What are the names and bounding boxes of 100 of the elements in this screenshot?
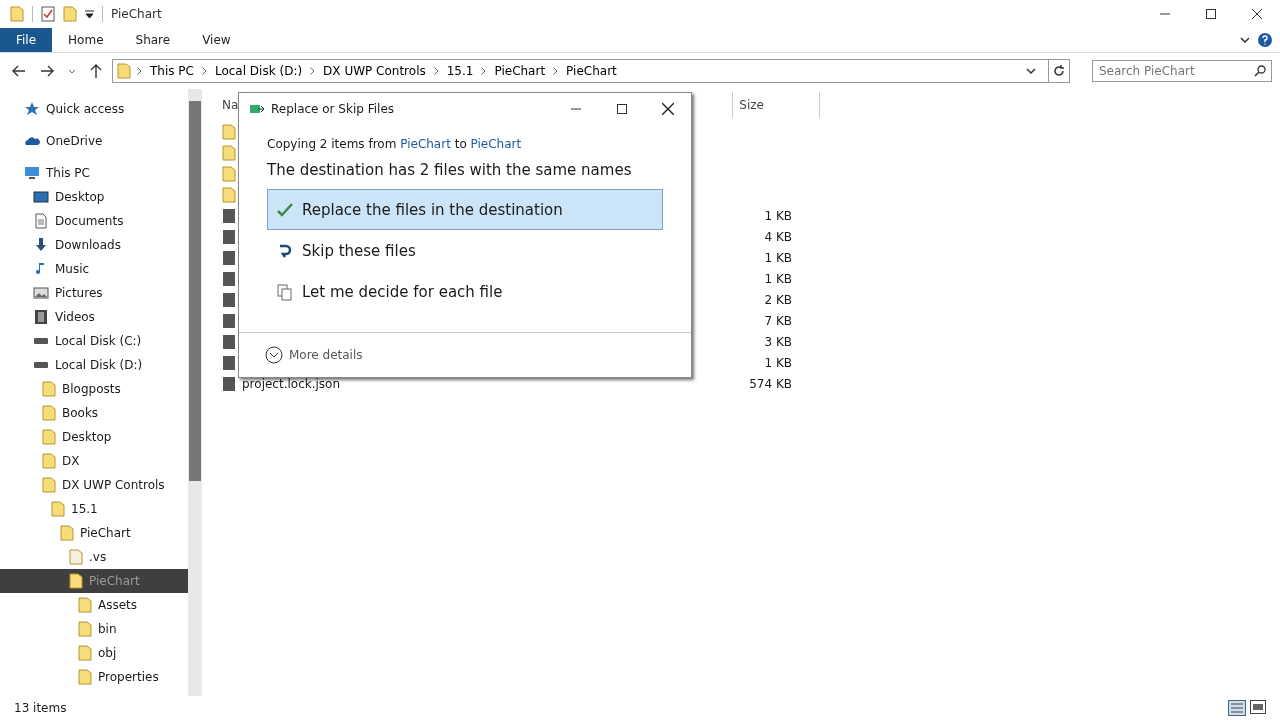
maximize-icon [1206, 9, 1216, 19]
thumbnail-view-icon[interactable] [1250, 700, 1266, 714]
breadcrumb[interactable]: PieChart [492, 64, 548, 78]
dialog-option[interactable]: Let me decide for each file [267, 271, 663, 312]
navigation-item[interactable]: Books [0, 401, 188, 425]
file-size: 1 KB [764, 208, 792, 223]
folder-icon [42, 381, 56, 397]
more-details-button[interactable]: More details [265, 346, 363, 364]
navigation-item[interactable]: Desktop [0, 425, 188, 449]
navigation-item[interactable]: bin [0, 617, 188, 641]
column-header[interactable]: Na [222, 98, 239, 112]
navigation-item[interactable]: Blogposts [0, 377, 188, 401]
folder-icon [78, 597, 92, 613]
file-icon [222, 375, 236, 392]
chevron-icon [201, 67, 207, 75]
file-icon [222, 291, 236, 308]
navigation-item[interactable]: Assets [0, 593, 188, 617]
breadcrumb[interactable]: This PC [148, 64, 196, 78]
folder-icon [51, 501, 65, 517]
file-size: 1 KB [764, 250, 792, 265]
dialog-heading: The destination has 2 files with the same names [267, 161, 633, 179]
chevron-icon [137, 67, 142, 75]
folder-icon [69, 549, 83, 565]
folder-icon [117, 63, 131, 79]
folder-icon [222, 144, 236, 161]
folder-icon [222, 186, 236, 203]
close-icon [1252, 9, 1262, 19]
dialog-title: Replace or Skip Files [271, 102, 395, 116]
navigation-item[interactable]: Properties [0, 665, 188, 689]
navigation-item[interactable]: Documents [0, 209, 188, 233]
navigation-item[interactable]: Quick access [0, 97, 188, 121]
dialog-option[interactable]: Skip these files [267, 230, 663, 271]
new-folder-icon [63, 6, 77, 22]
folder-icon [222, 123, 236, 140]
breadcrumb[interactable]: 15.1 [444, 64, 476, 78]
breadcrumb[interactable]: DX UWP Controls [321, 64, 428, 78]
navigation-item[interactable]: Pictures [0, 281, 188, 305]
chevron-icon [481, 67, 487, 75]
drive-icon [33, 362, 49, 368]
file-name[interactable]: project.lock.json [242, 376, 341, 391]
folder-icon [69, 573, 83, 589]
ribbon-tab[interactable]: View [186, 28, 247, 52]
scrollbar[interactable] [188, 89, 202, 696]
document-icon [33, 213, 49, 229]
chevron-icon [553, 67, 559, 75]
dialog-option[interactable]: Replace the files in the destination [267, 189, 663, 230]
file-size: 1 KB [764, 271, 792, 286]
navigation-item[interactable]: DX [0, 449, 188, 473]
address-bar[interactable]: This PC Local Disk (D:) DX UWP Controls 15.1 PieChart PieChart [112, 59, 1070, 83]
navigation-item[interactable]: Music [0, 257, 188, 281]
file-icon [222, 354, 236, 371]
navigation-item[interactable]: PieChart [0, 569, 188, 593]
navigation-item[interactable]: 15.1 [0, 497, 188, 521]
chevron-icon [433, 67, 439, 75]
ribbon-tab[interactable]: Share [119, 28, 187, 52]
breadcrumb[interactable]: PieChart [564, 64, 619, 78]
breadcrumb[interactable]: Local Disk (D:) [212, 64, 305, 78]
copy-files-icon [249, 103, 265, 115]
caret-icon [68, 68, 76, 74]
expand-ribbon-icon[interactable] [1240, 37, 1250, 43]
search-field[interactable]: Search PieChart [1092, 60, 1272, 82]
folder-link[interactable]: PieChart [400, 137, 451, 151]
ribbon-tab[interactable]: Home [52, 28, 120, 52]
monitor-icon [24, 165, 40, 181]
navigation-item[interactable]: This PC [0, 161, 188, 185]
navigation-item[interactable]: Local Disk (D:) [0, 353, 188, 377]
refresh-icon [1053, 65, 1065, 77]
file-icon [222, 312, 236, 329]
navigation-item[interactable]: PieChart [0, 521, 188, 545]
file-size: 1 KB [764, 355, 792, 370]
navigation-item[interactable]: obj [0, 641, 188, 665]
maximize-icon [617, 104, 627, 114]
details-view-icon[interactable] [1228, 700, 1246, 716]
column-header[interactable]: Size [732, 92, 821, 118]
file-icon [222, 249, 236, 266]
folder-icon [42, 453, 56, 469]
chevron-circle-icon [265, 346, 283, 364]
close-icon [662, 103, 674, 115]
help-icon[interactable] [1258, 33, 1272, 47]
navigation-item[interactable]: .vs [0, 545, 188, 569]
navigation-item[interactable]: Desktop [0, 185, 188, 209]
folder-link[interactable]: PieChart [470, 137, 522, 151]
file-size: 3 KB [764, 334, 792, 349]
dropdown-icon[interactable] [1026, 68, 1036, 74]
ribbon-tab[interactable]: File [0, 28, 53, 52]
folder-icon [78, 669, 92, 685]
file-size: 4 KB [764, 229, 792, 244]
copy-message: Copying 2 items from PieChart to PieChart [267, 137, 523, 151]
item-count: 13 items [14, 701, 67, 715]
properties-icon[interactable] [41, 6, 55, 22]
navigation-item[interactable]: Downloads [0, 233, 188, 257]
navigation-item[interactable]: OneDrive [0, 129, 188, 153]
dropdown-icon[interactable] [85, 9, 94, 19]
window-title: PieChart [111, 7, 162, 21]
star-icon [24, 101, 40, 117]
navigation-item[interactable]: DX UWP Controls [0, 473, 188, 497]
navigation-item[interactable]: Local Disk (C:) [0, 329, 188, 353]
folder-icon [10, 6, 24, 22]
folder-icon [78, 621, 92, 637]
navigation-item[interactable]: Videos [0, 305, 188, 329]
